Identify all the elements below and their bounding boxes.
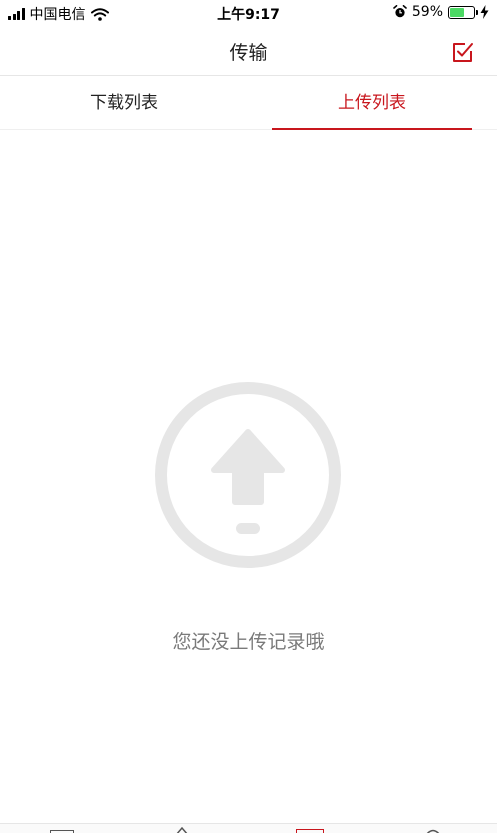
nav-bar: 传输 [0, 26, 497, 76]
empty-message: 您还没上传记录哦 [172, 631, 325, 653]
alarm-icon [393, 5, 407, 18]
battery-icon [448, 5, 478, 19]
tab-download-list[interactable]: 下载列表 [24, 77, 224, 130]
discover-tab-icon[interactable] [174, 827, 190, 833]
transfer-screen: 中国电信 上午9:17 59% 传输 下载列表 上传列表 您还没上传记录哦 [0, 0, 497, 833]
bottom-tab-bar [0, 823, 497, 833]
battery-percent: 59% [411, 4, 443, 20]
status-right: 59% [393, 4, 489, 20]
charging-bolt-icon [480, 5, 489, 19]
profile-tab-icon[interactable] [424, 827, 442, 833]
checklist-edit-icon[interactable] [451, 40, 475, 64]
transfer-tabs: 下载列表 上传列表 [0, 77, 497, 130]
battery-fill [450, 7, 464, 17]
page-title: 传输 [229, 42, 268, 64]
transfer-tab-icon[interactable] [296, 829, 324, 833]
status-bar: 中国电信 上午9:17 59% [0, 0, 497, 26]
tab-upload-list[interactable]: 上传列表 [272, 77, 472, 130]
upload-circle-icon [155, 382, 341, 568]
